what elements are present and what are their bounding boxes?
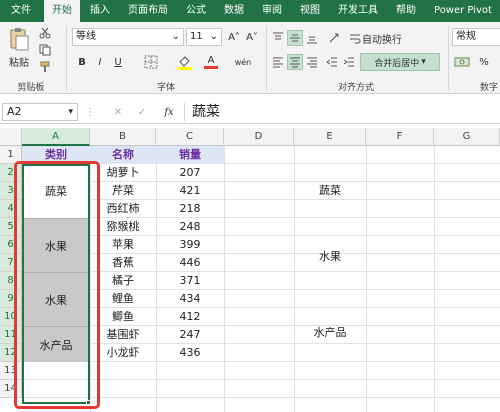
tab-insert[interactable]: 插入 — [84, 0, 116, 22]
font-name-value: 等线 — [76, 31, 96, 42]
italic-button[interactable]: I — [92, 54, 108, 70]
tab-file[interactable]: 文件 — [4, 0, 38, 22]
shrink-font-button[interactable]: A˅ — [244, 29, 260, 45]
paste-button[interactable]: 粘贴 — [6, 54, 32, 69]
worksheet-grid[interactable]: A B C D E F G 1 2 3 4 5 6 7 8 9 10 11 12… — [0, 128, 500, 412]
table-cell[interactable]: 421 — [156, 182, 224, 200]
align-middle-icon[interactable] — [287, 30, 303, 46]
header-cell-name[interactable]: 名称 — [90, 146, 156, 164]
table-cell[interactable]: 446 — [156, 254, 224, 272]
gridline — [224, 146, 225, 412]
chevron-down-icon: ⌄ — [171, 31, 180, 42]
percent-button[interactable]: % — [476, 54, 492, 70]
phonetic-button[interactable]: wén — [230, 54, 256, 70]
tab-view[interactable]: 视图 — [294, 0, 326, 22]
orientation-icon[interactable] — [326, 30, 344, 46]
number-group-label: 数字 — [480, 83, 499, 93]
header-cell-sales[interactable]: 销量 — [156, 146, 224, 164]
font-color-label: A — [207, 55, 215, 66]
insert-function-button[interactable]: fx — [160, 104, 178, 120]
col-header-b[interactable]: B — [90, 128, 156, 146]
fill-color-icon[interactable] — [172, 54, 198, 70]
table-cell[interactable]: 水产品 — [294, 324, 366, 342]
separator — [66, 26, 67, 90]
align-top-icon[interactable] — [270, 30, 286, 46]
tab-home[interactable]: 开始 — [44, 0, 80, 22]
tab-data[interactable]: 数据 — [218, 0, 250, 22]
col-header-e[interactable]: E — [294, 128, 366, 146]
table-cell[interactable]: 434 — [156, 290, 224, 308]
table-cell[interactable]: 436 — [156, 344, 224, 362]
underline-button[interactable]: U — [110, 54, 126, 70]
wrap-text-icon[interactable] — [348, 30, 362, 46]
table-cell[interactable]: 399 — [156, 236, 224, 254]
bold-button[interactable]: B — [74, 54, 90, 70]
chevron-down-icon: ▾ — [421, 57, 426, 67]
col-header-g[interactable]: G — [434, 128, 500, 146]
align-center-icon[interactable] — [287, 54, 303, 70]
select-all-corner[interactable] — [0, 128, 22, 146]
tab-review[interactable]: 审阅 — [256, 0, 288, 22]
cancel-icon[interactable]: ✕ — [110, 104, 126, 120]
separator — [266, 26, 267, 90]
chevron-down-icon: ⌄ — [209, 31, 218, 42]
tab-formulas[interactable]: 公式 — [180, 0, 212, 22]
table-cell[interactable]: 371 — [156, 272, 224, 290]
table-cell[interactable]: 247 — [156, 326, 224, 344]
col-header-c[interactable]: C — [156, 128, 224, 146]
font-group-label: 字体 — [156, 83, 175, 93]
merge-center-button[interactable]: 合并后居中 ▾ — [360, 53, 440, 71]
col-header-f[interactable]: F — [366, 128, 434, 146]
tab-help[interactable]: 帮助 — [390, 0, 422, 22]
tab-developer[interactable]: 开发工具 — [332, 0, 384, 22]
grow-font-button[interactable]: A˄ — [226, 29, 242, 45]
number-format-select[interactable]: 常规 — [452, 28, 500, 46]
border-icon[interactable] — [138, 54, 164, 70]
format-painter-icon[interactable] — [38, 60, 52, 74]
more-dots-icon: ⋮ — [85, 106, 95, 118]
font-size-value: 11 — [190, 31, 203, 42]
formula-bar: A2 ▾ ⋮ ✕ ✓ fx 蔬菜 — [0, 100, 500, 124]
currency-icon[interactable] — [452, 54, 472, 70]
clipboard-group-label: 剪贴板 — [17, 83, 45, 93]
table-cell[interactable]: 水果 — [294, 248, 366, 266]
table-cell[interactable]: 218 — [156, 200, 224, 218]
table-cell[interactable]: 248 — [156, 218, 224, 236]
separator — [448, 26, 449, 90]
name-box[interactable]: A2 ▾ — [2, 103, 78, 121]
alignment-group-label: 对齐方式 — [337, 83, 374, 93]
cut-icon[interactable] — [38, 26, 52, 40]
copy-icon[interactable] — [38, 43, 52, 57]
font-name-select[interactable]: 等线 ⌄ — [72, 28, 184, 46]
chevron-down-icon: ▾ — [68, 107, 73, 117]
align-bottom-icon[interactable] — [304, 30, 320, 46]
paste-icon[interactable] — [6, 26, 32, 52]
tab-page-layout[interactable]: 页面布局 — [120, 0, 176, 22]
name-box-value: A2 — [7, 105, 22, 118]
font-color-swatch — [204, 66, 218, 69]
highlight-box — [14, 161, 100, 409]
ribbon: 粘贴 剪贴板 等线 ⌄ 11 ⌄ A˄ A˅ B I U A wén 字体 自动换行… — [0, 22, 500, 94]
align-right-icon[interactable] — [304, 54, 320, 70]
col-header-d[interactable]: D — [224, 128, 294, 146]
wrap-text-button[interactable]: 自动换行 — [362, 30, 422, 46]
align-left-icon[interactable] — [270, 54, 286, 70]
tab-power-pivot[interactable]: Power Pivot — [428, 0, 498, 22]
formula-input[interactable]: 蔬菜 — [192, 102, 220, 122]
merge-center-label: 合并后居中 — [374, 58, 420, 69]
table-cell[interactable]: 412 — [156, 308, 224, 326]
font-size-select[interactable]: 11 ⌄ — [186, 28, 222, 46]
table-cell[interactable]: 207 — [156, 164, 224, 182]
separator — [184, 103, 185, 121]
menu-bar: 文件 开始 插入 页面布局 公式 数据 审阅 视图 开发工具 帮助 Power … — [0, 0, 500, 22]
increase-indent-icon[interactable] — [341, 54, 357, 70]
table-cell[interactable]: 蔬菜 — [294, 182, 366, 200]
font-color-button[interactable]: A — [200, 54, 222, 70]
decrease-indent-icon[interactable] — [324, 54, 340, 70]
gridline — [434, 146, 435, 412]
col-header-a[interactable]: A — [22, 128, 90, 146]
gridline — [366, 146, 367, 412]
enter-icon[interactable]: ✓ — [134, 104, 150, 120]
